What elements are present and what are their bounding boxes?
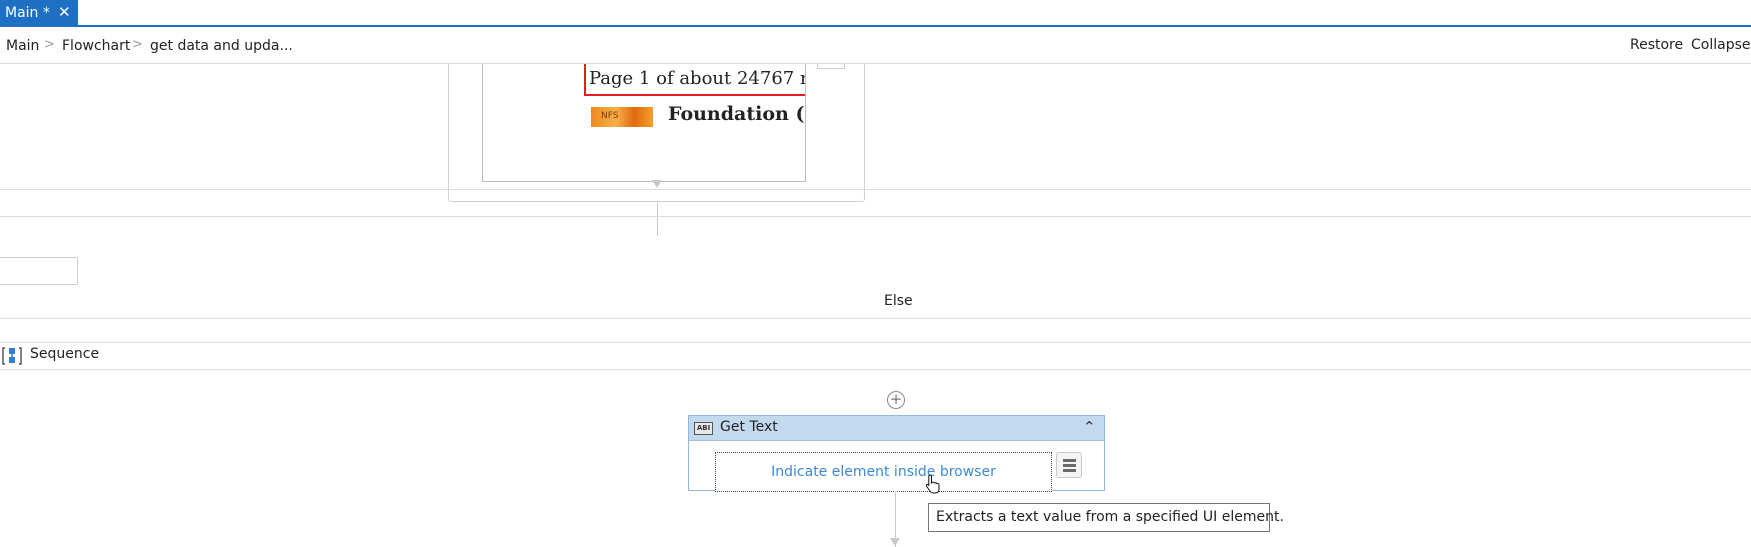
restore-button[interactable]: Restore bbox=[1630, 37, 1683, 53]
preview-corner-tab bbox=[817, 64, 845, 69]
collapse-button[interactable]: Collapse bbox=[1691, 37, 1751, 53]
connector-arrow bbox=[890, 538, 900, 546]
chevron-right-icon: > bbox=[44, 37, 55, 52]
highlighted-element: Page 1 of about 24767 results bbox=[584, 64, 805, 96]
get-text-icon: ABI bbox=[694, 422, 713, 435]
divider bbox=[0, 216, 1751, 217]
collapse-activity-icon[interactable]: ⌃ bbox=[1083, 418, 1096, 436]
sequence-icon bbox=[2, 347, 22, 365]
close-icon[interactable]: ✕ bbox=[58, 4, 71, 20]
menu-icon bbox=[1063, 464, 1076, 467]
designer-canvas: Page 1 of about 24767 results NFS Founda… bbox=[0, 64, 1751, 547]
options-menu-button[interactable] bbox=[1056, 452, 1082, 478]
screenshot-preview-image: Page 1 of about 24767 results NFS Founda… bbox=[482, 64, 806, 182]
activity-header[interactable]: ABI Get Text ⌃ bbox=[689, 416, 1104, 441]
breadcrumb: Main > Flowchart > get data and upda... … bbox=[0, 27, 1751, 64]
tooltip: Extracts a text value from a specified U… bbox=[928, 503, 1284, 532]
tab-main-label: Main * bbox=[5, 4, 50, 21]
divider bbox=[0, 189, 1751, 190]
breadcrumb-item-current[interactable]: get data and upda... bbox=[150, 38, 293, 54]
breadcrumb-item-main[interactable]: Main bbox=[6, 38, 39, 54]
add-activity-icon[interactable]: + bbox=[887, 391, 905, 409]
breadcrumb-item-flowchart[interactable]: Flowchart bbox=[62, 38, 130, 54]
activity-title: Get Text bbox=[720, 419, 778, 435]
chevron-right-icon: > bbox=[132, 37, 143, 52]
divider bbox=[0, 342, 1751, 343]
thumbnail-text: NFS bbox=[601, 111, 619, 121]
connector-arrow bbox=[652, 180, 662, 188]
hand-cursor-icon bbox=[925, 474, 940, 494]
get-text-activity[interactable]: ABI Get Text ⌃ Indicate element inside b… bbox=[688, 415, 1105, 492]
condition-box[interactable] bbox=[0, 257, 78, 285]
preview-title-text: Foundation (Fo bbox=[668, 103, 805, 125]
sequence-label: Sequence bbox=[30, 346, 100, 362]
divider bbox=[0, 369, 1751, 370]
tab-main[interactable]: Main * ✕ bbox=[0, 0, 78, 25]
document-tab-strip: Main * ✕ bbox=[0, 0, 1751, 27]
indicate-element-button[interactable]: Indicate element inside browser bbox=[715, 452, 1052, 492]
connector-line bbox=[657, 202, 658, 236]
else-branch-label: Else bbox=[884, 293, 913, 309]
menu-icon bbox=[1063, 459, 1076, 462]
menu-icon bbox=[1063, 469, 1076, 472]
divider bbox=[0, 318, 1751, 319]
